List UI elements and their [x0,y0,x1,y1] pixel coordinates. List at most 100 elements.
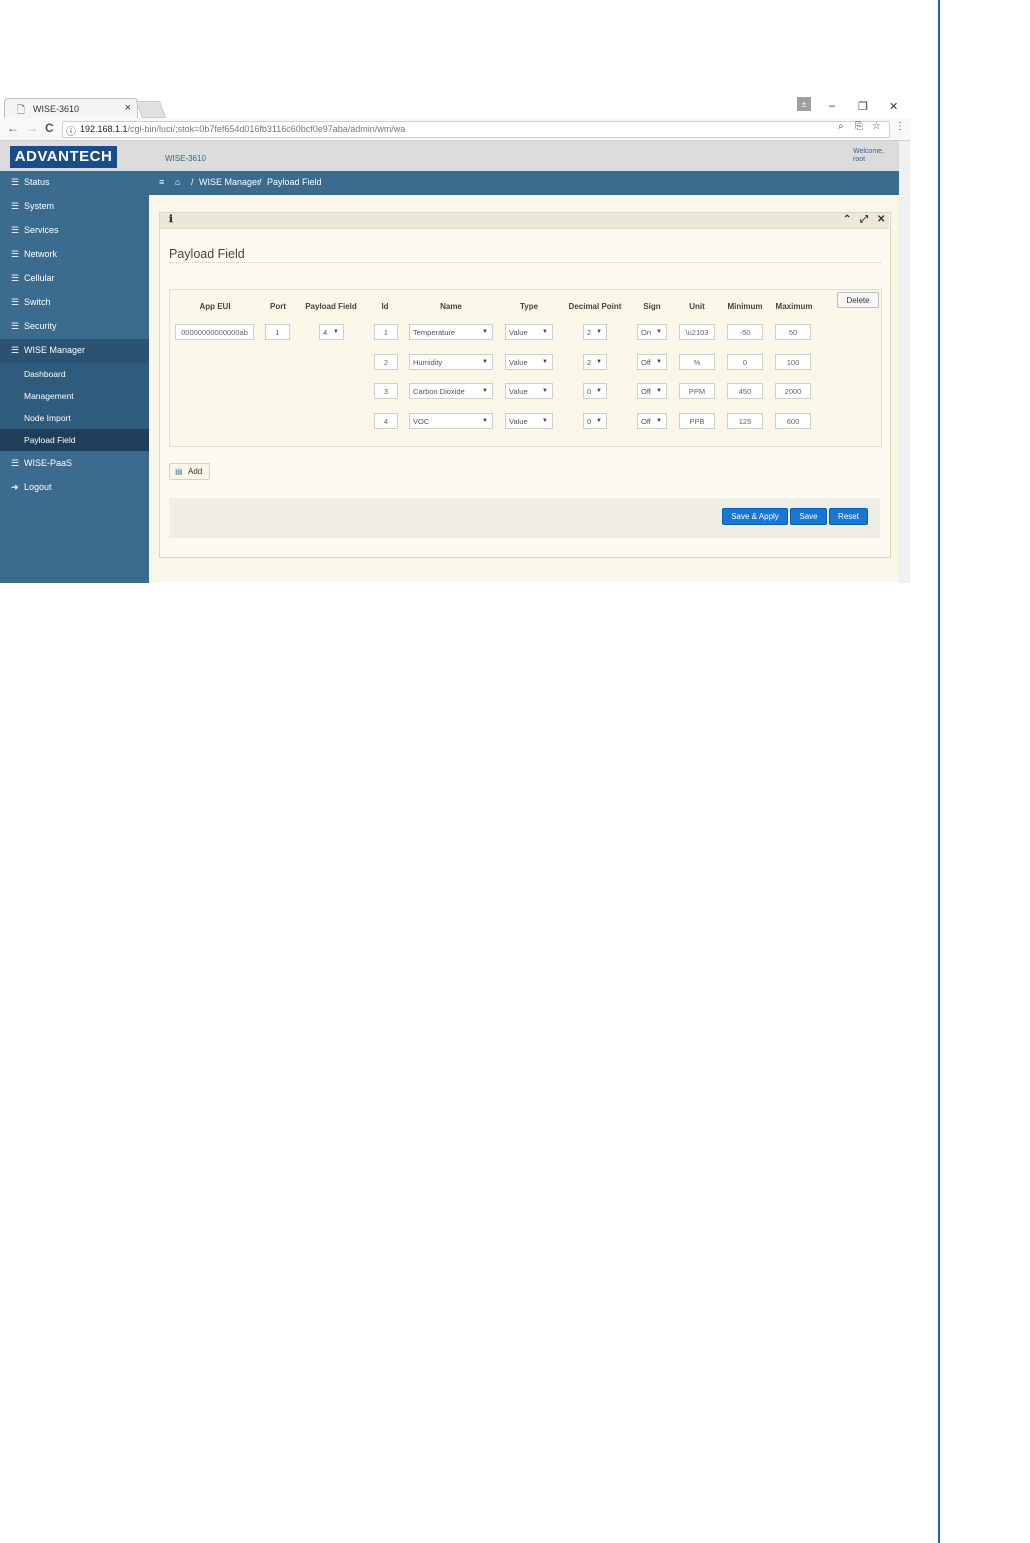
unit-input[interactable]: PPM [679,383,715,399]
collapse-icon[interactable]: ⌃ [843,214,851,225]
select-value: 4 [323,328,328,337]
select-value: Value [509,417,528,426]
type-select[interactable]: Value ▼ [505,413,553,429]
home-icon[interactable]: ⌂ [175,177,180,187]
name-select[interactable]: VOC ▼ [409,413,493,429]
sidebar-subitem-label: Dashboard [24,369,66,379]
reset-button[interactable]: Reset [829,508,868,525]
app-eui-input[interactable]: 00000000000000ab [175,324,254,340]
site-info-icon[interactable]: ⓘ [66,123,76,138]
sidebar-item-wise-manager[interactable]: ☰ WISE Manager [0,339,149,363]
browser-tab[interactable]: 🗋 WISE-3610 × [4,98,138,119]
reload-icon[interactable]: C [45,121,54,135]
minimize-icon[interactable]: – [829,100,835,112]
chevron-down-icon: ▼ [482,359,488,365]
sidebar-item-label: Status [24,177,50,187]
list-icon: ☰ [11,273,20,283]
select-value: Value [509,328,528,337]
fullscreen-icon[interactable]: ⤢ [860,214,868,225]
select-value: On [641,328,652,337]
id-input[interactable]: 4 [374,413,398,429]
minimum-input[interactable]: 125 [727,413,763,429]
breadcrumb-parent[interactable]: WISE Manager [199,177,260,187]
welcome-text: Welcome, root [853,148,884,164]
sign-select[interactable]: Off ▼ [637,383,667,399]
page-margin-rule [938,0,940,1543]
sidebar-item-label: Logout [24,482,52,492]
window-close-icon[interactable]: ✕ [889,100,898,113]
minimum-input[interactable]: 0 [727,354,763,370]
delete-button[interactable]: Delete [837,292,879,308]
type-select[interactable]: Value ▼ [505,354,553,370]
unit-input[interactable]: \u2103 [679,324,715,340]
decimal-point-select[interactable]: 0 ▼ [583,383,607,399]
id-input[interactable]: 1 [374,324,398,340]
bookmark-star-icon[interactable]: ☆ [872,121,881,132]
zoom-icon[interactable]: ⌕ [838,121,844,132]
sidebar-item-security[interactable]: ☰ Security [0,315,149,339]
breadcrumb-current: Payload Field [267,177,322,187]
unit-input[interactable]: % [679,354,715,370]
profile-icon[interactable]: ± [797,97,811,111]
translate-icon[interactable]: ⎘ [855,121,863,132]
sidebar-subitem-label: Node Import [24,413,71,423]
name-select[interactable]: Carbon Dioxide ▼ [409,383,493,399]
sidebar-item-wise-paas[interactable]: ☰ WISE-PaaS [0,452,149,476]
browser-menu-icon[interactable]: ⋮ [895,121,905,132]
sidebar-subitem-payload-field[interactable]: Payload Field [0,429,149,451]
sidebar-subitem-dashboard[interactable]: Dashboard [0,363,149,385]
sidebar-subitem-node-import[interactable]: Node Import [0,407,149,429]
url-path: /cgi-bin/luci/;stok=0b7fef654d016fb3116c… [127,124,406,134]
title-divider [169,262,881,263]
minimum-input[interactable]: -50 [727,324,763,340]
sidebar-item-label: Network [24,249,58,259]
name-select[interactable]: Humidity ▼ [409,354,493,370]
sidebar-subitem-management[interactable]: Management [0,385,149,407]
sidebar-item-services[interactable]: ☰ Services [0,219,149,243]
type-select[interactable]: Value ▼ [505,383,553,399]
decimal-point-select[interactable]: 0 ▼ [583,413,607,429]
id-input[interactable]: 2 [374,354,398,370]
decimal-point-select[interactable]: 2 ▼ [583,324,607,340]
id-input[interactable]: 3 [374,383,398,399]
sign-select[interactable]: On ▼ [637,324,667,340]
type-select[interactable]: Value ▼ [505,324,553,340]
list-icon: ☰ [11,177,20,187]
maximum-input[interactable]: 100 [775,354,811,370]
address-bar[interactable]: ⓘ 192.168.1.1/cgi-bin/luci/;stok=0b7fef6… [62,121,890,138]
breadcrumb: ≡ ⌂ / WISE Manager / Payload Field [149,171,899,195]
maximum-input[interactable]: 2000 [775,383,811,399]
sign-select[interactable]: Off ▼ [637,354,667,370]
unit-input[interactable]: PPB [679,413,715,429]
decimal-point-select[interactable]: 2 ▼ [583,354,607,370]
select-value: 0 [587,417,592,426]
app-header [0,141,899,171]
sidebar-item-network[interactable]: ☰ Network [0,243,149,267]
list-icon: ☰ [11,345,20,355]
maximum-input[interactable]: 50 [775,324,811,340]
sidebar-item-switch[interactable]: ☰ Switch [0,291,149,315]
sidebar-item-system[interactable]: ☰ System [0,195,149,219]
forward-icon[interactable]: → [26,121,38,135]
restore-icon[interactable]: ❐ [858,100,868,113]
sidebar-item-cellular[interactable]: ☰ Cellular [0,267,149,291]
add-button[interactable]: ▤ Add [169,463,210,480]
sign-select[interactable]: Off ▼ [637,413,667,429]
tab-close-icon[interactable]: × [125,102,131,114]
sidebar-item-status[interactable]: ☰ Status [0,171,149,195]
maximum-input[interactable]: 600 [775,413,811,429]
payload-field-select[interactable]: 4 ▼ [319,324,344,340]
back-icon[interactable]: ← [7,121,19,135]
save-apply-button[interactable]: Save & Apply [722,508,788,525]
list-icon: ☰ [11,458,20,468]
menu-toggle-icon[interactable]: ≡ [159,177,164,187]
widget-close-icon[interactable]: ✕ [877,214,885,225]
sidebar-item-logout[interactable]: ➜ Logout [0,476,149,500]
column-header: Unit [689,302,705,311]
minimum-input[interactable]: 450 [727,383,763,399]
port-input[interactable]: 1 [265,324,290,340]
name-select[interactable]: Temperature ▼ [409,324,493,340]
page-scrollbar[interactable] [899,141,910,583]
save-button[interactable]: Save [790,508,827,525]
url-host: 192.168.1.1 [80,124,128,134]
